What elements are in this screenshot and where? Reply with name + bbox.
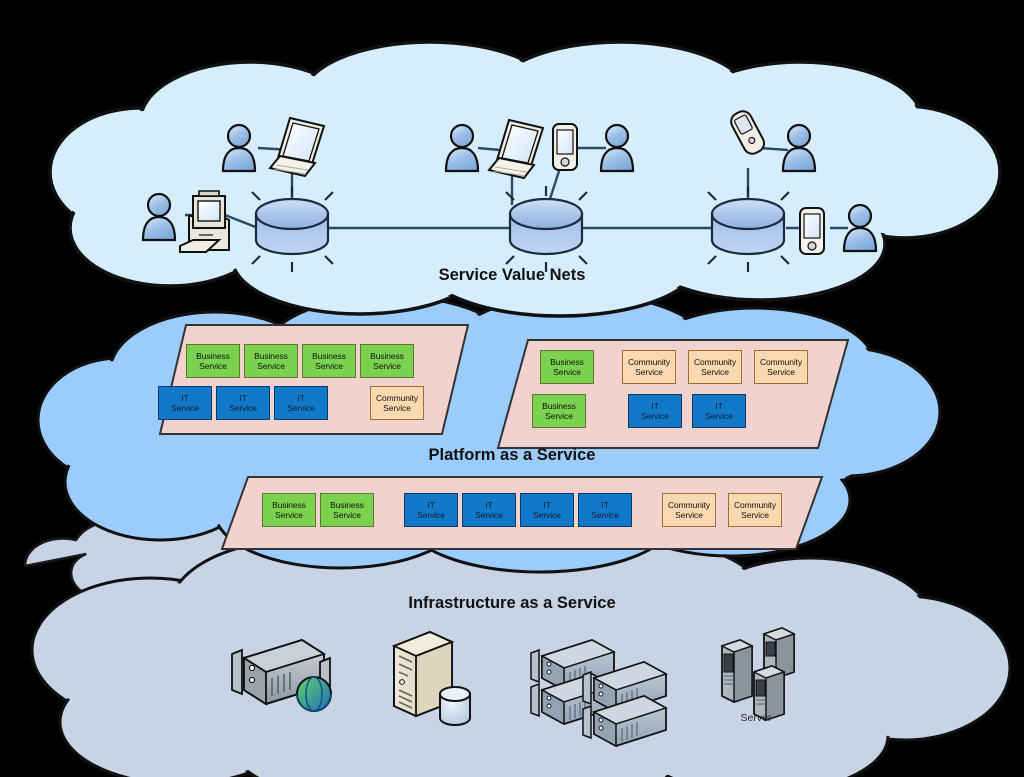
service-label-line2: Service <box>705 411 733 421</box>
service-label-line2: Service <box>553 367 581 377</box>
service-box-it[interactable]: IT Service <box>274 386 328 420</box>
service-label-line2: Service <box>417 510 445 520</box>
service-label-line1: Community <box>627 357 671 367</box>
service-label-line1: IT <box>485 500 493 510</box>
service-label-line1: Community <box>375 393 419 403</box>
service-label-line2: Service <box>591 510 619 520</box>
service-label-line1: Community <box>759 357 803 367</box>
service-label-line2: Service <box>315 361 343 371</box>
server-group-label: Server <box>740 712 772 724</box>
service-box-business[interactable]: Business Service <box>244 344 298 378</box>
service-box-community[interactable]: Community Service <box>754 350 808 384</box>
service-label-line1: Business <box>312 351 346 361</box>
service-box-community[interactable]: Community Service <box>688 350 742 384</box>
service-label-line2: Service <box>257 361 285 371</box>
service-box-business[interactable]: Business Service <box>186 344 240 378</box>
service-label-line2: Service <box>287 403 315 413</box>
service-box-business[interactable]: Business Service <box>532 394 586 428</box>
service-label-line1: Business <box>330 500 364 510</box>
service-label-line2: Service <box>373 361 401 371</box>
service-label-line2: Service <box>635 367 663 377</box>
service-label-line1: Business <box>542 401 576 411</box>
service-label-line1: IT <box>297 393 305 403</box>
service-label-line2: Service <box>767 367 795 377</box>
service-label-line2: Service <box>675 510 703 520</box>
service-label-line1: IT <box>651 401 659 411</box>
service-label-line2: Service <box>229 403 257 413</box>
service-box-business[interactable]: Business Service <box>262 493 316 527</box>
service-box-it[interactable]: IT Service <box>692 394 746 428</box>
service-label-line2: Service <box>333 510 361 520</box>
service-box-community[interactable]: Community Service <box>662 493 716 527</box>
pda-right-icon <box>799 207 825 255</box>
diagram-canvas: Business Service Business Service Busine… <box>0 0 1024 777</box>
service-label-line2: Service <box>383 403 411 413</box>
service-label-line1: Business <box>254 351 288 361</box>
service-box-community[interactable]: Community Service <box>728 493 782 527</box>
service-label-line1: Community <box>733 500 777 510</box>
service-box-it[interactable]: IT Service <box>520 493 574 527</box>
service-box-business[interactable]: Business Service <box>302 344 356 378</box>
service-box-it[interactable]: IT Service <box>578 493 632 527</box>
service-label-line2: Service <box>533 510 561 520</box>
service-label-line2: Service <box>741 510 769 520</box>
service-label-line1: IT <box>543 500 551 510</box>
service-label-line1: IT <box>715 401 723 411</box>
service-label-line2: Service <box>545 411 573 421</box>
service-box-community[interactable]: Community Service <box>370 386 424 420</box>
service-box-business[interactable]: Business Service <box>540 350 594 384</box>
service-label-line2: Service <box>641 411 669 421</box>
service-box-business[interactable]: Business Service <box>360 344 414 378</box>
service-label-line1: IT <box>239 393 247 403</box>
paas-panel-bottom: Business Service Business Service IT Ser… <box>222 475 822 555</box>
service-label-line1: IT <box>601 500 609 510</box>
service-label-line1: Business <box>550 357 584 367</box>
service-label-line1: Community <box>693 357 737 367</box>
service-box-it[interactable]: IT Service <box>216 386 270 420</box>
service-box-it[interactable]: IT Service <box>628 394 682 428</box>
service-label-line1: Business <box>370 351 404 361</box>
service-label-line2: Service <box>171 403 199 413</box>
service-label-line1: Business <box>196 351 230 361</box>
pda-center-icon <box>552 123 578 171</box>
service-box-community[interactable]: Community Service <box>622 350 676 384</box>
service-label-line1: IT <box>181 393 189 403</box>
service-label-line1: Community <box>667 500 711 510</box>
service-label-line2: Service <box>199 361 227 371</box>
service-box-business[interactable]: Business Service <box>320 493 374 527</box>
paas-panel-left: Business Service Business Service Busine… <box>158 322 478 440</box>
service-box-it[interactable]: IT Service <box>462 493 516 527</box>
service-label-line2: Service <box>275 510 303 520</box>
service-box-it[interactable]: IT Service <box>158 386 212 420</box>
layer-label-service-value-nets: Service Value Nets <box>438 266 586 284</box>
layer-label-platform-as-a-service: Platform as a Service <box>428 446 596 464</box>
layer-label-infrastructure-as-a-service: Infrastructure as a Service <box>408 594 616 612</box>
service-label-line2: Service <box>701 367 729 377</box>
service-label-line1: Business <box>272 500 306 510</box>
paas-panel-right: Business Service Community Service Commu… <box>498 338 854 456</box>
service-box-it[interactable]: IT Service <box>404 493 458 527</box>
service-label-line2: Service <box>475 510 503 520</box>
service-label-line1: IT <box>427 500 435 510</box>
